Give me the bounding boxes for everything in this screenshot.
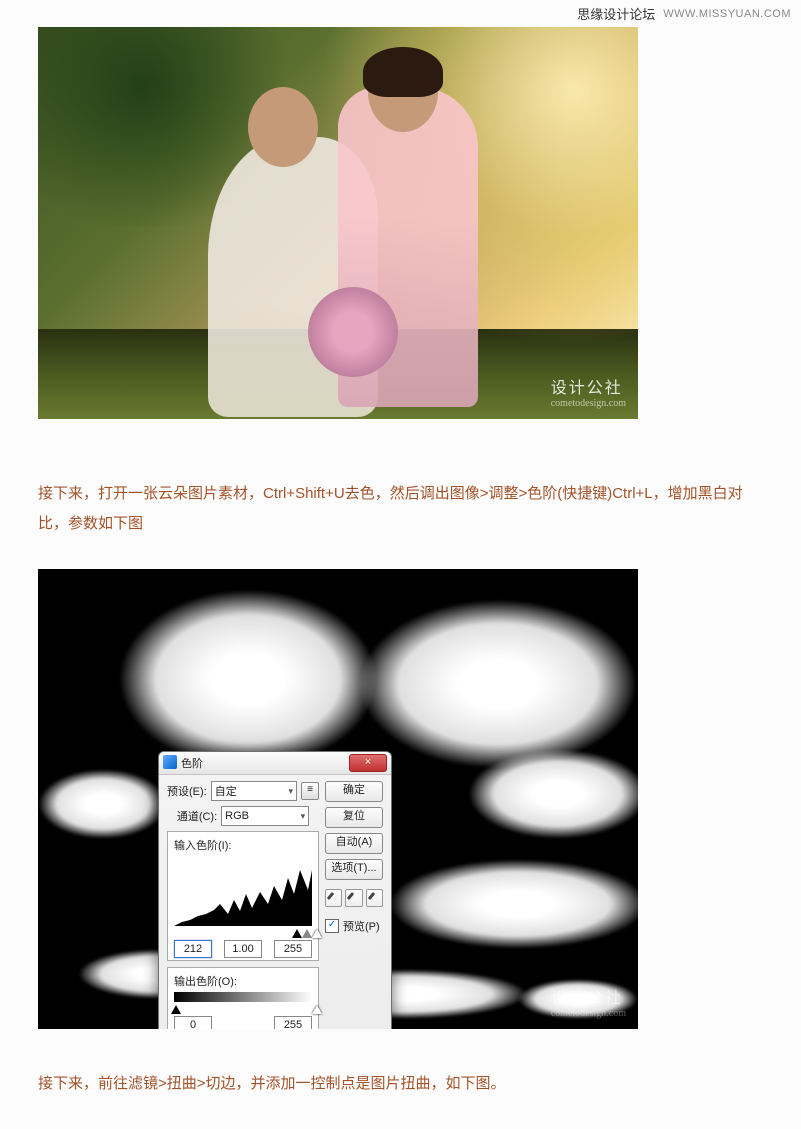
white-point-input[interactable]: 255 xyxy=(274,940,312,958)
histogram xyxy=(174,856,312,926)
levels-dialog[interactable]: 色阶 × 预设(E): 自定 ≡ 通道(C): RGB xyxy=(158,751,392,1029)
image-watermark-2: 设计公社 cometodesign.com xyxy=(551,984,626,1019)
input-levels-group: 输入色阶(I): xyxy=(167,831,319,961)
input-levels-label: 输入色阶(I): xyxy=(174,840,231,852)
watermark-site-cn: 思缘设计论坛 xyxy=(577,4,655,23)
output-white-input[interactable]: 255 xyxy=(274,1016,312,1029)
options-button[interactable]: 选项(T)... xyxy=(325,859,383,880)
preview-label: 预览(P) xyxy=(343,918,380,934)
article-content: 设计公社 cometodesign.com 接下来，打开一张云朵图片素材，Ctr… xyxy=(0,27,801,1099)
eyedropper-group xyxy=(325,889,383,907)
tutorial-paragraph-2: 接下来，前往滤镜>扭曲>切边，并添加一控制点是图片扭曲，如下图。 xyxy=(38,1069,763,1099)
preset-menu-button[interactable]: ≡ xyxy=(301,782,319,800)
dialog-title: 色阶 xyxy=(181,755,203,771)
ok-button[interactable]: 确定 xyxy=(325,781,383,802)
wedding-photo: 设计公社 cometodesign.com xyxy=(38,27,638,419)
black-point-input[interactable]: 212 xyxy=(174,940,212,958)
auto-button[interactable]: 自动(A) xyxy=(325,833,383,854)
image-watermark-url-2: cometodesign.com xyxy=(551,1008,626,1019)
channel-label: 通道(C): xyxy=(177,808,217,824)
page: 思缘设计论坛 WWW.MISSYUAN.COM 设计公社 cometodesig… xyxy=(0,0,801,1129)
channel-select[interactable]: RGB xyxy=(221,806,309,826)
image-watermark-url: cometodesign.com xyxy=(551,398,626,409)
black-eyedropper[interactable] xyxy=(325,889,342,907)
dialog-body: 预设(E): 自定 ≡ 通道(C): RGB 输入色阶(I): xyxy=(159,775,391,1029)
page-watermark: 思缘设计论坛 WWW.MISSYUAN.COM xyxy=(0,0,801,27)
checkbox-icon: ✓ xyxy=(325,919,339,933)
black-point-slider[interactable] xyxy=(292,929,302,938)
tutorial-paragraph-1: 接下来，打开一张云朵图片素材，Ctrl+Shift+U去色，然后调出图像>调整>… xyxy=(38,479,763,539)
clouds-levels-photo: 色阶 × 预设(E): 自定 ≡ 通道(C): RGB xyxy=(38,569,638,1029)
image-watermark-brand-2: 设计公社 xyxy=(551,990,623,1007)
output-gradient xyxy=(174,992,312,1002)
output-levels-group: 输出色阶(O): 0 255 xyxy=(167,967,319,1029)
output-levels-label: 输出色阶(O): xyxy=(174,976,237,988)
watermark-site-url: WWW.MISSYUAN.COM xyxy=(663,8,791,20)
output-black-slider[interactable] xyxy=(171,1005,181,1014)
gamma-input[interactable]: 1.00 xyxy=(224,940,262,958)
output-black-input[interactable]: 0 xyxy=(174,1016,212,1029)
preview-checkbox[interactable]: ✓ 预览(P) xyxy=(325,918,383,934)
image-watermark-brand: 设计公社 xyxy=(551,380,623,397)
white-point-slider[interactable] xyxy=(312,929,322,938)
output-white-slider[interactable] xyxy=(312,1005,322,1014)
levels-icon xyxy=(163,755,177,769)
image-watermark: 设计公社 cometodesign.com xyxy=(551,374,626,409)
dialog-title-bar[interactable]: 色阶 × xyxy=(159,752,391,775)
white-eyedropper[interactable] xyxy=(366,889,383,907)
gamma-slider[interactable] xyxy=(302,929,312,938)
preset-select[interactable]: 自定 xyxy=(211,781,297,801)
close-button[interactable]: × xyxy=(349,754,387,772)
preset-label: 预设(E): xyxy=(167,783,207,799)
reset-button[interactable]: 复位 xyxy=(325,807,383,828)
gray-eyedropper[interactable] xyxy=(345,889,362,907)
